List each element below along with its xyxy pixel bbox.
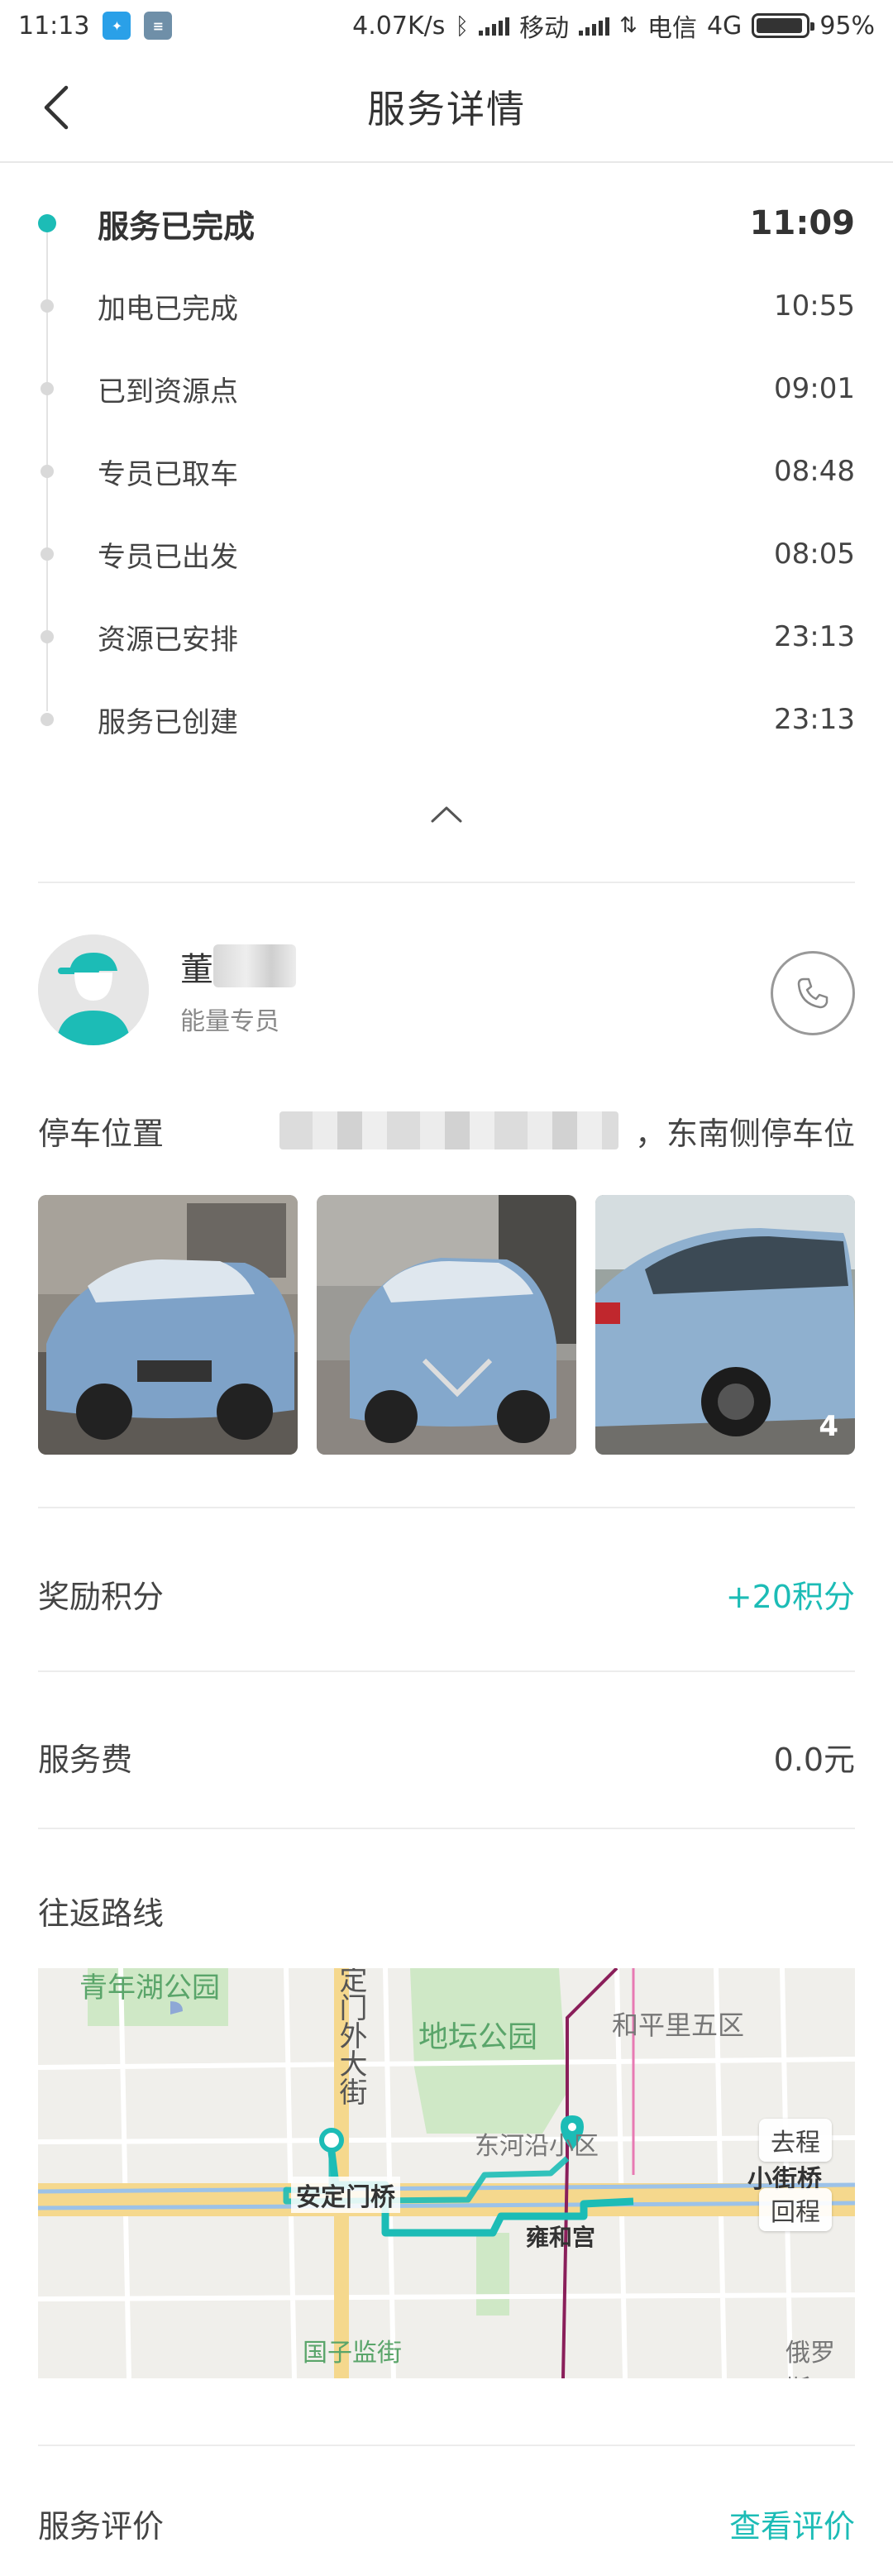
nav-bar: 服务详情 [0, 51, 893, 163]
call-button[interactable] [771, 951, 855, 1035]
timeline-label: 资源已安排 [98, 623, 238, 657]
return-tag: 回程 [759, 2188, 832, 2231]
collapse-timeline-button[interactable] [426, 798, 467, 831]
photo-count: 4 [819, 1410, 838, 1443]
map-label-district2: 东河沿小区 [475, 2132, 599, 2161]
divider [38, 882, 855, 883]
timeline-label: 专员已出发 [98, 540, 238, 574]
timeline-item: 服务已创建 23:13 [38, 678, 855, 761]
car-photo-3[interactable]: 4 [595, 1195, 855, 1455]
signal-icon [479, 16, 510, 36]
timeline-item: 服务已完成 11:09 [38, 182, 855, 265]
avatar [38, 934, 149, 1045]
back-button[interactable] [33, 83, 83, 132]
data-transfer-icon: ⇅ [619, 13, 638, 38]
timeline-item: 专员已取车 08:48 [38, 430, 855, 513]
redacted-name [213, 944, 296, 987]
timeline-dot [41, 299, 54, 313]
network-speed: 4.07K/s [352, 11, 446, 41]
back-arrow-icon [44, 85, 69, 130]
parking-label: 停车位置 [38, 1116, 165, 1152]
timeline-label: 专员已取车 [98, 457, 238, 491]
divider [38, 1828, 855, 1829]
timeline-dot-active [38, 214, 56, 232]
parking-value: ，东南侧停车位 [634, 1116, 855, 1152]
review-label: 服务评价 [38, 2508, 165, 2545]
divider [38, 1507, 855, 1508]
timeline-time: 11:09 [749, 204, 855, 242]
battery-percent: 95% [819, 11, 875, 41]
map-label-bridge1: 安定门桥 [291, 2177, 400, 2213]
reward-value: +20积分 [725, 1579, 855, 1615]
timeline-label: 服务已完成 [98, 208, 255, 245]
timeline-label: 加电已完成 [98, 292, 238, 326]
timeline-label: 服务已创建 [98, 705, 238, 739]
route-label: 往返路线 [38, 1895, 165, 1932]
timeline-time: 08:05 [774, 538, 855, 571]
fee-label: 服务费 [38, 1742, 133, 1778]
map-label-street2: 国子监街 [303, 2339, 402, 2368]
map-label-park2: 地坛公园 [418, 2020, 538, 2054]
calendar-icon: ≡ [144, 12, 173, 40]
car-photo-2[interactable] [317, 1195, 576, 1455]
battery-icon [752, 13, 815, 38]
divider [38, 1670, 855, 1672]
map-label-place2: 俄罗斯 [786, 2339, 835, 2378]
timeline-dot [41, 630, 54, 643]
timeline-item: 资源已安排 23:13 [38, 595, 855, 678]
fee-value: 0.0元 [773, 1742, 855, 1778]
map-label-district1: 和平里五区 [612, 2010, 745, 2041]
status-time: 11:13 [18, 11, 90, 41]
car-photo-1[interactable] [38, 1195, 298, 1455]
timeline-item: 已到资源点 09:01 [38, 347, 855, 430]
timeline-dot [41, 382, 54, 395]
reward-label: 奖励积分 [38, 1579, 165, 1615]
map-label-park1: 青年湖公园 [79, 1971, 220, 2005]
timeline-label: 已到资源点 [98, 375, 238, 409]
agent-name: 董 [180, 951, 213, 989]
redacted-address [279, 1111, 618, 1149]
carrier-2: 电信 [647, 14, 697, 43]
view-review-link[interactable]: 查看评价 [729, 2501, 855, 2546]
timeline-dot [41, 547, 54, 561]
timeline-dot [41, 713, 54, 726]
timeline-item: 加电已完成 10:55 [38, 265, 855, 347]
timeline-time: 08:48 [774, 455, 855, 488]
timeline-item: 专员已出发 08:05 [38, 513, 855, 595]
agent-avatar-icon [38, 934, 149, 1045]
map-label-street1: 定门外大街 [334, 1968, 367, 2105]
divider [38, 2445, 855, 2446]
status-timeline: 服务已完成 11:09 加电已完成 10:55 已到资源点 09:01 专员已取… [38, 182, 855, 761]
timeline-time: 09:01 [774, 372, 855, 405]
bluetooth-icon: ᛒ [455, 12, 470, 40]
status-bar: 11:13 ✦ ≡ 4.07K/s ᛒ 移动 ⇅ 电信 4G 95% [0, 0, 893, 51]
weibo-icon: ✦ [103, 12, 131, 40]
map-label-place1: 雍和宫 [526, 2224, 596, 2251]
timeline-time: 10:55 [774, 289, 855, 323]
timeline-dot [41, 465, 54, 478]
network-type: 4G [706, 11, 743, 41]
route-map[interactable]: 青年湖公园 定门外大街 地坛公园 和平里五区 东河沿小区 安定门桥 小街桥 雍和… [38, 1968, 855, 2378]
signal-icon-2 [579, 16, 610, 36]
page-title: 服务详情 [367, 86, 526, 131]
agent-role: 能量专员 [180, 1007, 279, 1036]
outbound-tag: 去程 [759, 2119, 832, 2162]
timeline-time: 23:13 [774, 703, 855, 736]
chevron-up-icon [431, 806, 462, 823]
carrier-1: 移动 [519, 14, 570, 43]
timeline-time: 23:13 [774, 620, 855, 653]
phone-icon [797, 977, 829, 1009]
